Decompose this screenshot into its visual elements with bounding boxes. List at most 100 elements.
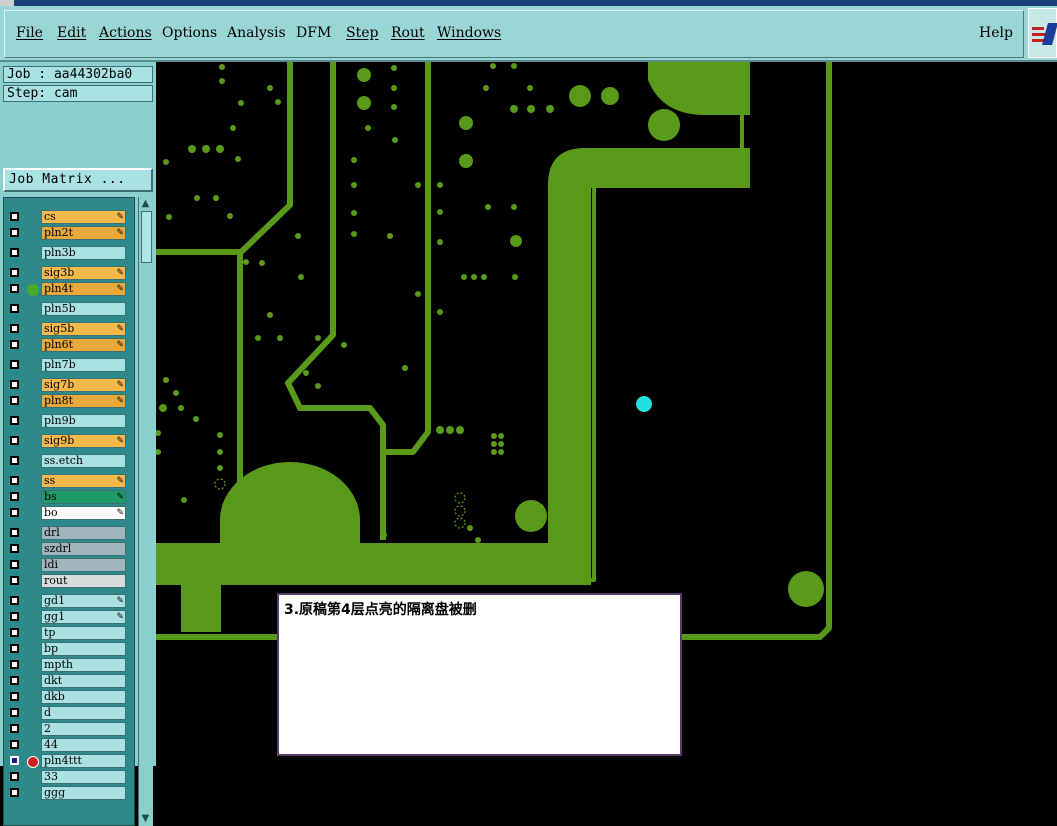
layer-checkbox[interactable] (10, 740, 19, 749)
layer-row[interactable]: szdrl (4, 542, 134, 557)
layer-checkbox[interactable] (10, 724, 19, 733)
layer-checkbox[interactable] (10, 528, 19, 537)
layer-checkbox[interactable] (10, 436, 19, 445)
layer-row[interactable]: bs ✎ (4, 490, 134, 505)
layer-row[interactable]: sig3b ✎ (4, 266, 134, 281)
layer-row[interactable]: pln9b (4, 414, 134, 429)
layer-name[interactable]: 33 (41, 770, 126, 784)
layer-checkbox[interactable] (10, 612, 19, 621)
layer-checkbox[interactable] (10, 560, 19, 569)
menu-dfm[interactable]: DFM (296, 25, 331, 41)
layer-name[interactable]: pln6t ✎ (41, 338, 126, 352)
layer-checkbox[interactable] (10, 304, 19, 313)
layer-row[interactable]: ss.etch (4, 454, 134, 469)
menu-actions[interactable]: Actions (99, 25, 152, 41)
layer-name[interactable]: drl (41, 526, 126, 540)
job-matrix-button[interactable]: Job Matrix ... (3, 168, 153, 192)
menu-options[interactable]: Options (162, 25, 217, 41)
layer-row[interactable]: rout (4, 574, 134, 589)
layer-row[interactable]: pln4ttt (4, 754, 134, 769)
layer-checkbox[interactable] (10, 628, 19, 637)
layer-name[interactable]: sig9b ✎ (41, 434, 126, 448)
layer-name[interactable]: gd1 ✎ (41, 594, 126, 608)
layer-checkbox[interactable] (10, 660, 19, 669)
layer-row[interactable]: pln6t ✎ (4, 338, 134, 353)
menu-rout[interactable]: Rout (391, 25, 425, 41)
layer-row[interactable]: sig5b ✎ (4, 322, 134, 337)
menu-edit[interactable]: Edit (57, 25, 86, 41)
layer-name[interactable]: sig5b ✎ (41, 322, 126, 336)
layer-checkbox[interactable] (10, 228, 19, 237)
layer-row[interactable]: d (4, 706, 134, 721)
layer-row[interactable]: dkb (4, 690, 134, 705)
layer-row[interactable]: bp (4, 642, 134, 657)
layer-name[interactable]: pln9b (41, 414, 126, 428)
layer-name[interactable]: szdrl (41, 542, 126, 556)
layer-checkbox[interactable] (10, 268, 19, 277)
layer-checkbox[interactable] (10, 596, 19, 605)
layer-row[interactable]: sig7b ✎ (4, 378, 134, 393)
layer-name[interactable]: 2 (41, 722, 126, 736)
layer-checkbox[interactable] (10, 324, 19, 333)
layer-checkbox[interactable] (10, 576, 19, 585)
layer-name[interactable]: cs ✎ (41, 210, 126, 224)
layer-checkbox[interactable] (10, 708, 19, 717)
layer-name[interactable]: dkt (41, 674, 126, 688)
menu-help[interactable]: Help (979, 25, 1013, 41)
layer-name[interactable]: bo ✎ (41, 506, 126, 520)
layer-name[interactable]: sig7b ✎ (41, 378, 126, 392)
layer-checkbox[interactable] (10, 248, 19, 257)
layer-row[interactable]: drl (4, 526, 134, 541)
layer-name[interactable]: bp (41, 642, 126, 656)
layer-name[interactable]: tp (41, 626, 126, 640)
layer-checkbox[interactable] (10, 508, 19, 517)
menu-file[interactable]: File (16, 25, 43, 41)
layer-row[interactable]: pln8t ✎ (4, 394, 134, 409)
layer-checkbox[interactable] (10, 692, 19, 701)
layer-checkbox[interactable] (10, 772, 19, 781)
layer-name[interactable]: pln8t ✎ (41, 394, 126, 408)
layer-name[interactable]: sig3b ✎ (41, 266, 126, 280)
layer-row[interactable]: pln4t ✎ (4, 282, 134, 297)
layer-name[interactable]: pln5b (41, 302, 126, 316)
layer-row[interactable]: pln2t ✎ (4, 226, 134, 241)
scroll-down-icon[interactable]: ▼ (140, 813, 151, 825)
layer-checkbox[interactable] (10, 284, 19, 293)
layer-row[interactable]: pln5b (4, 302, 134, 317)
layer-name[interactable]: gg1 ✎ (41, 610, 126, 624)
layer-checkbox[interactable] (10, 756, 19, 765)
layer-row[interactable]: 33 (4, 770, 134, 785)
layer-name[interactable]: pln2t ✎ (41, 226, 126, 240)
layer-checkbox[interactable] (10, 396, 19, 405)
layer-name[interactable]: ggg (41, 786, 126, 800)
layer-name[interactable]: dkb (41, 690, 126, 704)
layer-checkbox[interactable] (10, 544, 19, 553)
highlighted-pad[interactable] (636, 396, 652, 412)
layer-name[interactable]: mpth (41, 658, 126, 672)
layer-row[interactable]: sig9b ✎ (4, 434, 134, 449)
layer-row[interactable]: bo ✎ (4, 506, 134, 521)
layer-row[interactable]: cs ✎ (4, 210, 134, 225)
layer-row[interactable]: tp (4, 626, 134, 641)
layer-checkbox[interactable] (10, 416, 19, 425)
layer-checkbox[interactable] (10, 456, 19, 465)
layer-list-scrollbar[interactable]: ▲ ▼ (138, 197, 153, 826)
layer-row[interactable]: ss ✎ (4, 474, 134, 489)
layer-row[interactable]: dkt (4, 674, 134, 689)
scroll-thumb[interactable] (141, 211, 152, 263)
layer-checkbox[interactable] (10, 380, 19, 389)
layer-row[interactable]: 44 (4, 738, 134, 753)
layer-row[interactable]: ggg (4, 786, 134, 801)
layer-name[interactable]: pln3b (41, 246, 126, 260)
layer-name[interactable]: bs ✎ (41, 490, 126, 504)
layer-name[interactable]: ss.etch (41, 454, 126, 468)
layer-checkbox[interactable] (10, 340, 19, 349)
menu-windows[interactable]: Windows (437, 25, 501, 41)
layer-checkbox[interactable] (10, 476, 19, 485)
layer-row[interactable]: ldi (4, 558, 134, 573)
scroll-up-icon[interactable]: ▲ (140, 198, 151, 210)
layer-name[interactable]: ss ✎ (41, 474, 126, 488)
layer-name[interactable]: ldi (41, 558, 126, 572)
layer-row[interactable]: gg1 ✎ (4, 610, 134, 625)
layer-row[interactable]: gd1 ✎ (4, 594, 134, 609)
